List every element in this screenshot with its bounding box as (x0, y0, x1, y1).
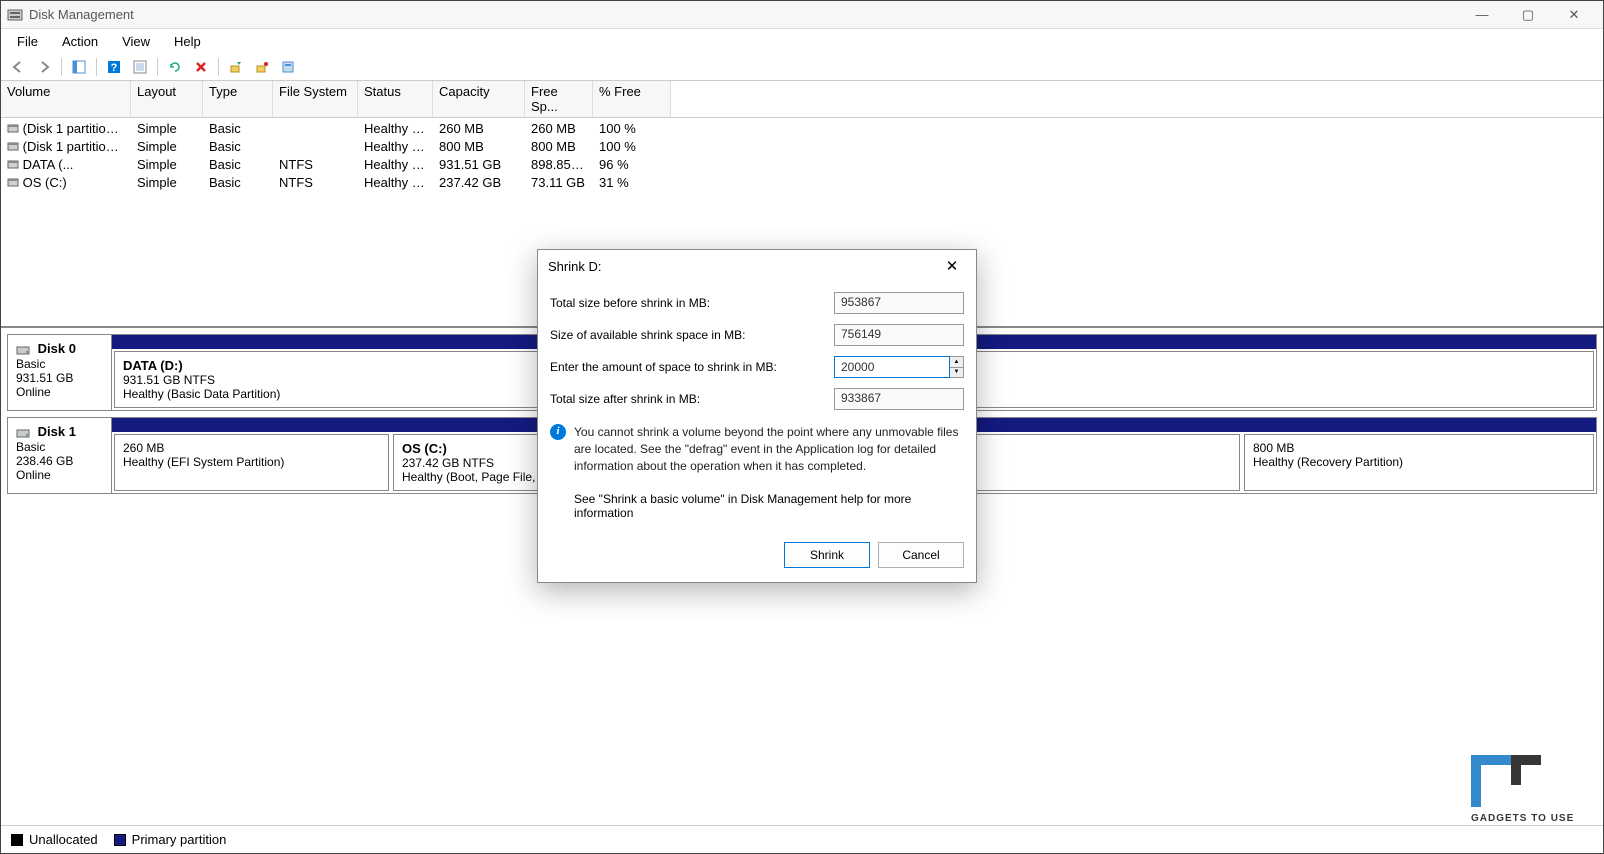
cancel-button[interactable]: Cancel (878, 542, 964, 568)
field-total-after: 933867 (834, 388, 964, 410)
show-hide-button[interactable] (68, 56, 90, 78)
partition-title: OS (C:) (402, 441, 447, 456)
menu-action[interactable]: Action (52, 32, 108, 51)
back-button[interactable] (7, 56, 29, 78)
shrink-dialog: Shrink D: ✕ Total size before shrink in … (537, 249, 977, 583)
col-type[interactable]: Type (203, 81, 273, 117)
partition-title: DATA (D:) (123, 358, 183, 373)
field-total-before: 953867 (834, 292, 964, 314)
disk0-type: Basic (16, 357, 103, 371)
disk1-partition-2[interactable]: 800 MB Healthy (Recovery Partition) (1244, 434, 1594, 491)
disk0-size: 931.51 GB (16, 371, 103, 385)
shrink-button[interactable]: Shrink (784, 542, 870, 568)
toolbar: ? (1, 53, 1603, 81)
table-row[interactable]: (Disk 1 partition 1)SimpleBasicHealthy (… (1, 120, 1603, 138)
col-free[interactable]: Free Sp... (525, 81, 593, 117)
disk1-partition-0[interactable]: 260 MB Healthy (EFI System Partition) (114, 434, 389, 491)
partition-line1: 260 MB (123, 441, 380, 455)
refresh-button[interactable] (164, 56, 186, 78)
col-status[interactable]: Status (358, 81, 433, 117)
svg-text:?: ? (111, 62, 118, 74)
disk-icon (16, 343, 30, 357)
dialog-title-text: Shrink D: (548, 259, 601, 274)
col-volume[interactable]: Volume (1, 81, 131, 117)
field-available: 756149 (834, 324, 964, 346)
volume-icon (7, 122, 19, 137)
partition-line2: Healthy (Recovery Partition) (1253, 455, 1585, 469)
volume-icon (7, 158, 19, 173)
svg-text:GADGETS TO USE: GADGETS TO USE (1471, 813, 1574, 824)
info-text: You cannot shrink a volume beyond the po… (574, 424, 964, 474)
minimize-button[interactable]: — (1459, 1, 1505, 29)
disk0-status: Online (16, 385, 103, 399)
forward-button[interactable] (33, 56, 55, 78)
table-row[interactable]: OS (C:)SimpleBasicNTFSHealthy (B...237.4… (1, 174, 1603, 192)
disk-label-0[interactable]: Disk 0 Basic 931.51 GB Online (8, 335, 112, 410)
disk0-name: Disk 0 (38, 341, 76, 356)
menu-view[interactable]: View (112, 32, 160, 51)
settings-button[interactable] (129, 56, 151, 78)
action1-button[interactable] (225, 56, 247, 78)
info-icon: i (550, 424, 566, 440)
table-row[interactable]: DATA (...SimpleBasicNTFSHealthy (B...931… (1, 156, 1603, 174)
disk1-name: Disk 1 (38, 424, 76, 439)
help-button[interactable]: ? (103, 56, 125, 78)
close-button[interactable]: ✕ (1551, 1, 1597, 29)
list-header: Volume Layout Type File System Status Ca… (1, 81, 1603, 118)
col-layout[interactable]: Layout (131, 81, 203, 117)
watermark-logo: GADGETS TO USE (1471, 755, 1591, 825)
maximize-button[interactable]: ▢ (1505, 1, 1551, 29)
legend-primary: Primary partition (114, 832, 227, 847)
label-enter-amount: Enter the amount of space to shrink in M… (550, 360, 834, 374)
delete-button[interactable] (190, 56, 212, 78)
action2-button[interactable] (251, 56, 273, 78)
disk1-status: Online (16, 468, 103, 482)
disk-icon (16, 426, 30, 440)
volume-icon (7, 140, 19, 155)
titlebar: Disk Management — ▢ ✕ (1, 1, 1603, 29)
dialog-close-button[interactable]: ✕ (938, 257, 966, 275)
list-body: (Disk 1 partition 1)SimpleBasicHealthy (… (1, 118, 1603, 194)
menu-help[interactable]: Help (164, 32, 211, 51)
disk-label-1[interactable]: Disk 1 Basic 238.46 GB Online (8, 418, 112, 493)
label-total-after: Total size after shrink in MB: (550, 392, 834, 406)
disk1-type: Basic (16, 440, 103, 454)
legend: Unallocated Primary partition (1, 825, 1603, 853)
menubar: File Action View Help (1, 29, 1603, 53)
col-fs[interactable]: File System (273, 81, 358, 117)
col-pct[interactable]: % Free (593, 81, 671, 117)
properties-button[interactable] (277, 56, 299, 78)
swatch-unallocated (11, 834, 23, 846)
dialog-titlebar[interactable]: Shrink D: ✕ (538, 250, 976, 282)
help-text: See "Shrink a basic volume" in Disk Mana… (550, 478, 964, 528)
window-title: Disk Management (29, 7, 1459, 22)
legend-unallocated: Unallocated (11, 832, 98, 847)
partition-line1: 800 MB (1253, 441, 1585, 455)
partition-line2: Healthy (EFI System Partition) (123, 455, 380, 469)
field-shrink-amount[interactable] (834, 356, 950, 378)
swatch-primary (114, 834, 126, 846)
spinner-up-icon[interactable]: ▲ (950, 357, 963, 368)
spinner[interactable]: ▲▼ (950, 356, 964, 378)
label-available: Size of available shrink space in MB: (550, 328, 834, 342)
menu-file[interactable]: File (7, 32, 48, 51)
table-row[interactable]: (Disk 1 partition 4)SimpleBasicHealthy (… (1, 138, 1603, 156)
disk1-size: 238.46 GB (16, 454, 103, 468)
disk-mgmt-icon (7, 7, 23, 23)
label-total-before: Total size before shrink in MB: (550, 296, 834, 310)
volume-icon (7, 176, 19, 191)
col-capacity[interactable]: Capacity (433, 81, 525, 117)
spinner-down-icon[interactable]: ▼ (950, 368, 963, 378)
